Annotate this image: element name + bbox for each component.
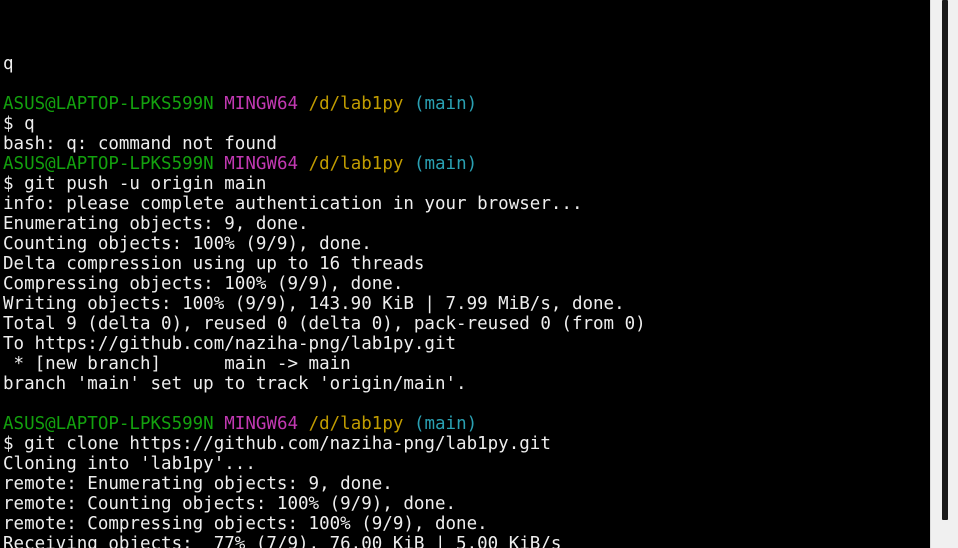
terminal-text-segment: $ git push -u origin main [3, 174, 267, 194]
terminal-text-segment: $ q [3, 114, 35, 134]
terminal-text-segment: Receiving objects: 77% (7/9), 76.00 KiB … [3, 534, 562, 548]
terminal-text-segment: To https://github.com/naziha-png/lab1py.… [3, 334, 457, 354]
terminal-text-segment: info: please complete authentication in … [3, 194, 583, 214]
terminal-text-segment: Delta compression using up to 16 threads [3, 254, 425, 274]
terminal-line: ASUS@LAPTOP-LPKS599N MINGW64 /d/lab1py (… [3, 94, 646, 114]
terminal-text-segment: remote: Counting objects: 100% (9/9), do… [3, 494, 457, 514]
terminal-text-segment: ASUS@LAPTOP-LPKS599N [3, 414, 214, 434]
terminal-line: q [3, 54, 646, 74]
terminal-line: remote: Compressing objects: 100% (9/9),… [3, 514, 646, 534]
terminal-text-segment: MINGW64 [224, 94, 299, 114]
terminal-text-segment: remote: Compressing objects: 100% (9/9),… [3, 514, 488, 534]
terminal-line: Compressing objects: 100% (9/9), done. [3, 274, 646, 294]
terminal-text-segment: ASUS@LAPTOP-LPKS599N [3, 154, 214, 174]
terminal-line: * [new branch] main -> main [3, 354, 646, 374]
terminal-text-segment: branch 'main' set up to track 'origin/ma… [3, 374, 467, 394]
terminal-line: To https://github.com/naziha-png/lab1py.… [3, 334, 646, 354]
terminal-text-segment: Counting objects: 100% (9/9), done. [3, 234, 372, 254]
terminal-output: q ASUS@LAPTOP-LPKS599N MINGW64 /d/lab1py … [3, 34, 646, 548]
terminal-window[interactable]: q ASUS@LAPTOP-LPKS599N MINGW64 /d/lab1py … [0, 0, 930, 548]
terminal-line: info: please complete authentication in … [3, 194, 646, 214]
terminal-line: remote: Counting objects: 100% (9/9), do… [3, 494, 646, 514]
terminal-line: ASUS@LAPTOP-LPKS599N MINGW64 /d/lab1py (… [3, 154, 646, 174]
terminal-text-segment: ASUS@LAPTOP-LPKS599N [3, 94, 214, 114]
terminal-text-segment: MINGW64 [224, 154, 299, 174]
terminal-line: $ git clone https://github.com/naziha-pn… [3, 434, 646, 454]
terminal-line: Writing objects: 100% (9/9), 143.90 KiB … [3, 294, 646, 314]
terminal-line: bash: q: command not found [3, 134, 646, 154]
scrollbar-thumb[interactable] [942, 0, 948, 520]
terminal-line: Delta compression using up to 16 threads [3, 254, 646, 274]
terminal-line: Receiving objects: 77% (7/9), 76.00 KiB … [3, 534, 646, 548]
terminal-text-segment: bash: q: command not found [3, 134, 277, 154]
terminal-text-segment: Enumerating objects: 9, done. [3, 214, 309, 234]
terminal-text-segment: (main) [413, 94, 478, 114]
terminal-line: remote: Enumerating objects: 9, done. [3, 474, 646, 494]
terminal-text-segment: * [new branch] main -> main [3, 354, 351, 374]
vertical-scrollbar[interactable] [930, 0, 958, 548]
terminal-text-segment: $ git clone https://github.com/naziha-pn… [3, 434, 551, 454]
terminal-text-segment: Compressing objects: 100% (9/9), done. [3, 274, 404, 294]
terminal-line: Enumerating objects: 9, done. [3, 214, 646, 234]
terminal-text-segment: (main) [413, 154, 478, 174]
terminal-line: ASUS@LAPTOP-LPKS599N MINGW64 /d/lab1py (… [3, 414, 646, 434]
terminal-line: Total 9 (delta 0), reused 0 (delta 0), p… [3, 314, 646, 334]
terminal-line: Cloning into 'lab1py'... [3, 454, 646, 474]
terminal-line: $ q [3, 114, 646, 134]
terminal-line: $ git push -u origin main [3, 174, 646, 194]
terminal-text-segment: /d/lab1py [308, 154, 404, 174]
terminal-text-segment: (main) [413, 414, 478, 434]
terminal-text-segment: q [3, 54, 14, 74]
terminal-text-segment: /d/lab1py [308, 94, 404, 114]
terminal-text-segment: Cloning into 'lab1py'... [3, 454, 256, 474]
terminal-text-segment: Total 9 (delta 0), reused 0 (delta 0), p… [3, 314, 646, 334]
terminal-text-segment: /d/lab1py [308, 414, 404, 434]
terminal-text-segment: Writing objects: 100% (9/9), 143.90 KiB … [3, 294, 625, 314]
terminal-text-segment: remote: Enumerating objects: 9, done. [3, 474, 393, 494]
terminal-line: Counting objects: 100% (9/9), done. [3, 234, 646, 254]
terminal-text-segment: MINGW64 [224, 414, 299, 434]
terminal-line: branch 'main' set up to track 'origin/ma… [3, 374, 646, 394]
